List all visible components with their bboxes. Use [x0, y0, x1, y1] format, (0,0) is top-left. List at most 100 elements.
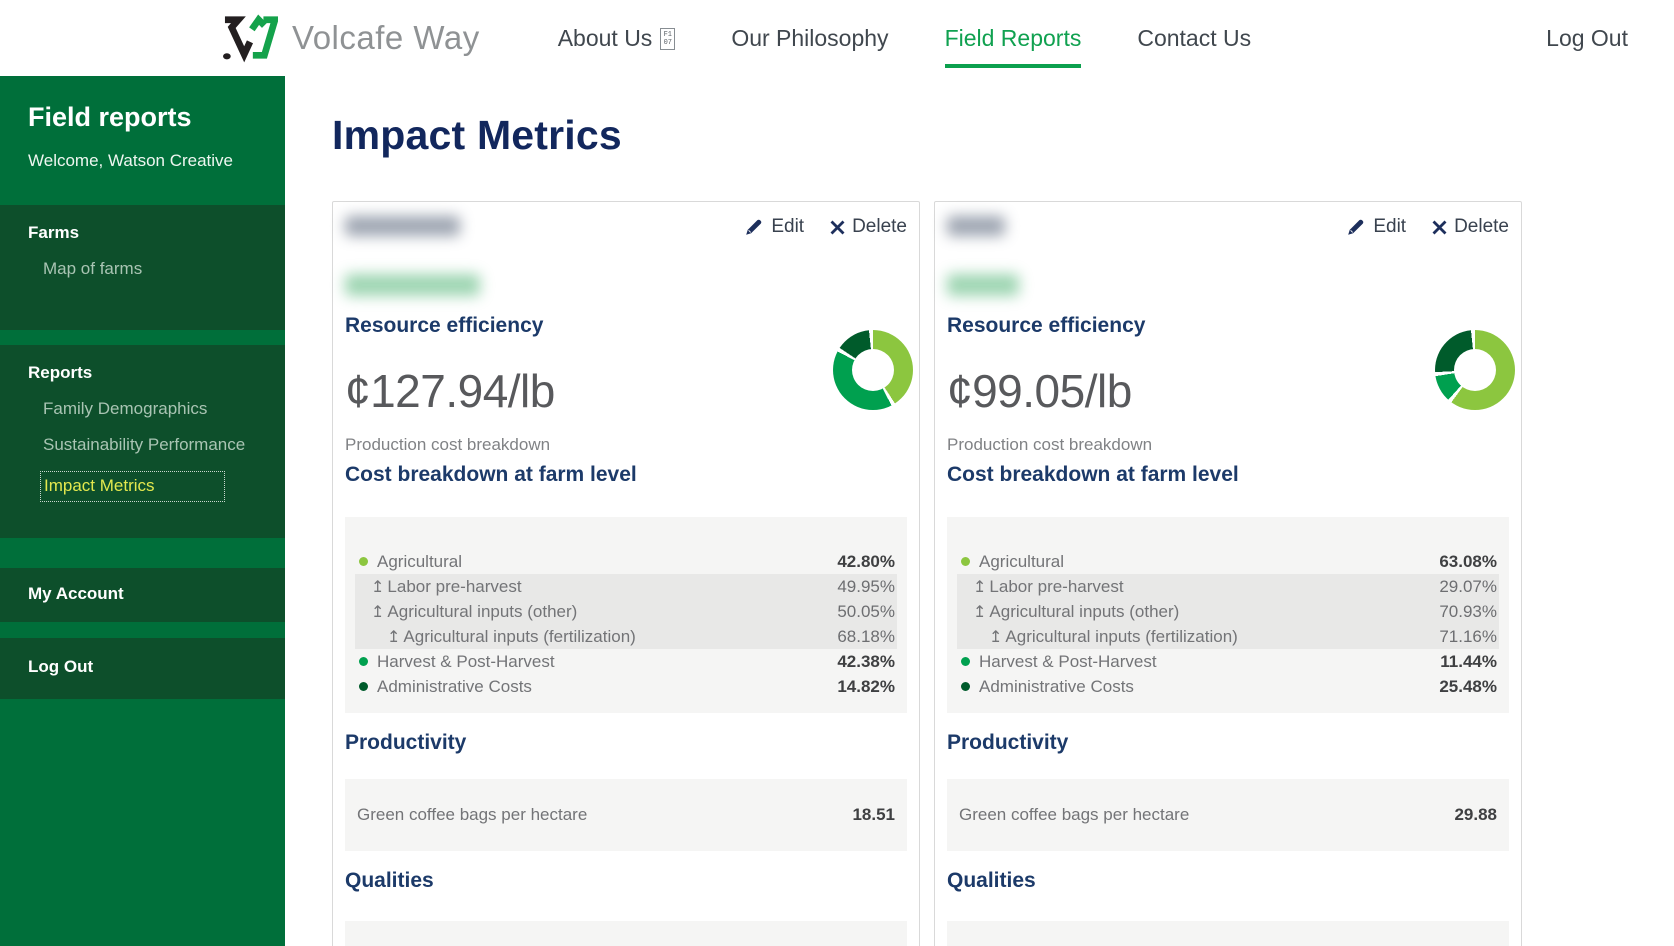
report-card: Edit Delete Resource efficiency ¢99.05/l… [934, 201, 1522, 946]
donut-hole [1454, 349, 1496, 391]
row-label: Harvest & Post-Harvest [979, 652, 1157, 672]
nav-item-our-philosophy[interactable]: Our Philosophy [703, 1, 916, 76]
row-value: 42.38% [837, 652, 895, 672]
cost-breakdown-table: Agricultural 63.08% ↥Labor pre-harvest 29.0… [947, 517, 1509, 713]
sidebar-header: Field reports Welcome, Watson Creative [0, 76, 285, 205]
delete-button[interactable]: Delete [830, 216, 907, 238]
row-label: Administrative Costs [979, 677, 1134, 697]
indent-arrow-icon: ↥ [371, 602, 384, 622]
redacted-report-title [345, 216, 460, 236]
productivity-panel: Green coffee bags per hectare 18.51 [345, 779, 907, 851]
table-row: ↥Labor pre-harvest 29.07% [957, 574, 1499, 599]
x-icon [1432, 220, 1447, 235]
sidebar-divider [0, 538, 285, 568]
row-label: Agricultural inputs (fertilization) [403, 627, 635, 647]
row-value: 29.07% [1439, 577, 1497, 597]
table-row: ↥Agricultural inputs (other)70.93% [957, 599, 1499, 624]
pencil-icon [1346, 217, 1366, 237]
edit-button[interactable]: Edit [744, 216, 804, 238]
sidebar: Field reports Welcome, Watson Creative F… [0, 76, 285, 946]
nav-logout-link[interactable]: Log Out [1546, 25, 1628, 52]
welcome-text: Welcome, Watson Creative [28, 151, 285, 171]
sidebar-item-family-demographics[interactable]: Family Demographics [43, 399, 285, 419]
legend-dot [961, 657, 970, 666]
nav-item-contact-us[interactable]: Contact Us [1109, 1, 1279, 76]
angle-down-tofu-icon: F107 [660, 28, 675, 50]
redacted-country [947, 274, 1019, 296]
row-label: Labor pre-harvest [387, 577, 521, 597]
edit-label: Edit [1373, 216, 1406, 238]
row-label: Agricultural inputs (fertilization) [1005, 627, 1237, 647]
production-cost-note: Production cost breakdown [345, 435, 907, 455]
indent-arrow-icon: ↥ [973, 577, 986, 597]
volcafe-w-icon [220, 13, 278, 63]
sidebar-section-my-account: My Account [0, 568, 285, 622]
legend-dot [359, 682, 368, 691]
pencil-icon [744, 217, 764, 237]
row-label: Administrative Costs [377, 677, 532, 697]
delete-button[interactable]: Delete [1432, 216, 1509, 238]
x-icon [830, 220, 845, 235]
sidebar-item-sustainability-performance[interactable]: Sustainability Performance [43, 435, 285, 455]
edit-label: Edit [771, 216, 804, 238]
table-row: Administrative Costs25.48% [957, 674, 1499, 699]
sidebar-item-map-of-farms[interactable]: Map of farms [43, 259, 285, 279]
row-value: 11.44% [1440, 652, 1497, 672]
donut-hole [852, 349, 894, 391]
row-label: Agricultural inputs (other) [387, 602, 577, 622]
productivity-panel: Green coffee bags per hectare 29.88 [947, 779, 1509, 851]
row-value: 63.08% [1439, 552, 1497, 572]
main-content: Impact Metrics Edit Delete [285, 76, 1674, 946]
sidebar-item-log-out[interactable]: Log Out [28, 657, 93, 676]
report-card: Edit Delete Resource efficiency ¢127.94/… [332, 201, 920, 946]
cost-breakdown-table: Agricultural42.80%↥Labor pre-harvest49.9… [345, 517, 907, 713]
nav-item-about-us[interactable]: About UsF107 [530, 1, 704, 76]
qualities-panel [947, 921, 1509, 946]
sidebar-divider [0, 622, 285, 638]
row-label: Agricultural [979, 552, 1064, 572]
report-cards: Edit Delete Resource efficiency ¢127.94/… [332, 201, 1674, 946]
farms-heading: Farms [28, 223, 285, 243]
table-row: Administrative Costs 14.82% [355, 674, 897, 699]
page-title: Impact Metrics [332, 112, 1674, 159]
sidebar-title: Field reports [28, 102, 285, 133]
brand-logo[interactable]: Volcafe Way [220, 13, 480, 63]
row-value: 68.18% [837, 627, 895, 647]
row-label: Agricultural [377, 552, 462, 572]
metric-value: 29.88 [1454, 805, 1497, 825]
table-row: Agricultural42.80% [355, 549, 897, 574]
qualities-heading: Qualities [947, 869, 1509, 893]
sidebar-section-log-out: Log Out [0, 638, 285, 699]
resource-efficiency-heading: Resource efficiency [947, 314, 1509, 338]
table-row: ↥Labor pre-harvest49.95% [355, 574, 897, 599]
resource-efficiency-heading: Resource efficiency [345, 314, 907, 338]
row-label: Agricultural inputs (other) [989, 602, 1179, 622]
redacted-country [345, 274, 480, 296]
metric-value: 18.51 [852, 805, 895, 825]
cost-breakdown-heading: Cost breakdown at farm level [947, 463, 1509, 487]
brand-name: Volcafe Way [292, 19, 480, 57]
productivity-heading: Productivity [345, 731, 907, 755]
legend-dot [359, 557, 368, 566]
metric-label: Green coffee bags per hectare [959, 805, 1189, 825]
legend-dot [359, 657, 368, 666]
table-row: ↥Agricultural inputs (other)50.05% [355, 599, 897, 624]
edit-button[interactable]: Edit [1346, 216, 1406, 238]
table-row: ↥Agricultural inputs (fertilization)71.1… [957, 624, 1499, 649]
legend-dot [961, 682, 970, 691]
productivity-heading: Productivity [947, 731, 1509, 755]
sidebar-section-reports: Reports Family Demographics Sustainabili… [0, 345, 285, 538]
reports-heading: Reports [28, 363, 285, 383]
sidebar-item-impact-metrics[interactable]: Impact Metrics [40, 471, 225, 502]
indent-arrow-icon: ↥ [973, 602, 986, 622]
nav-item-field-reports[interactable]: Field Reports [917, 1, 1110, 76]
sidebar-item-my-account[interactable]: My Account [28, 584, 124, 603]
cost-breakdown-heading: Cost breakdown at farm level [345, 463, 907, 487]
row-label: Labor pre-harvest [989, 577, 1123, 597]
cost-per-lb-value: ¢99.05/lb [947, 364, 1509, 418]
qualities-heading: Qualities [345, 869, 907, 893]
cost-donut-chart [833, 330, 913, 410]
cost-donut-chart [1435, 330, 1515, 410]
production-cost-note: Production cost breakdown [947, 435, 1509, 455]
row-value: 14.82% [837, 677, 895, 697]
